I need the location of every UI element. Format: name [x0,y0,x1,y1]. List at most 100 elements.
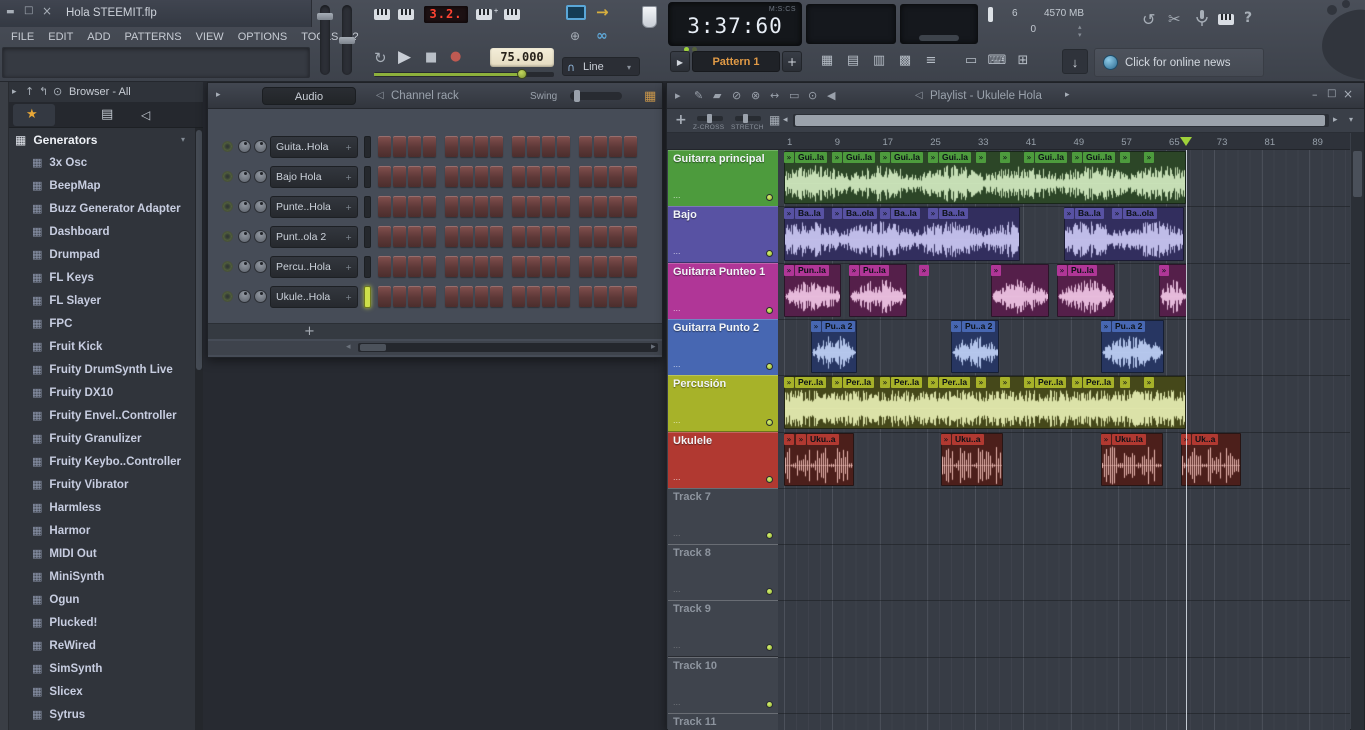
step-cell[interactable] [557,256,570,277]
step-cell[interactable] [393,226,406,247]
track-led[interactable] [766,588,773,596]
shuffle-slider[interactable] [374,69,554,79]
step-cell[interactable] [393,196,406,217]
piano-roll-button[interactable]: ▥ [868,50,890,72]
browser-item-buzz-generator-adapter[interactable]: ▦ Buzz Generator Adapter [9,197,195,220]
channel-enable-led[interactable] [222,171,233,182]
track-led[interactable] [766,531,773,539]
channel-enable-led[interactable] [222,201,233,212]
zero-cross-thumb[interactable] [707,114,712,123]
browser-tab-sounds-icon[interactable]: ◁ [141,109,150,121]
browser-tab-files-icon[interactable]: ▤ [101,108,113,121]
volume-knob[interactable] [254,260,267,273]
step-cell[interactable] [475,256,488,277]
step-cell[interactable] [609,196,622,217]
track-led[interactable] [766,700,773,708]
grid-icon[interactable]: ▦ [769,114,780,126]
playlist-hscroll-track[interactable] [793,114,1329,127]
rack-scrollbar[interactable]: ◂ ▸ [208,341,662,355]
menu-file[interactable]: FILE [4,29,41,45]
browser-item-fruity-drumsynth-live[interactable]: ▦ Fruity DrumSynth Live [9,358,195,381]
step-edit-icon[interactable] [504,9,520,20]
step-cell[interactable] [460,256,473,277]
step-cell[interactable] [527,196,540,217]
menu-add[interactable]: ADD [80,29,117,45]
playback-position-panel[interactable] [900,4,978,44]
playlist-ruler[interactable]: 1 9 17 25 33 41 49 57 65 73 81 89 [667,133,1350,150]
scroll-left-icon[interactable]: ◂ [783,116,788,125]
position-thumb[interactable] [919,35,959,41]
volume-knob[interactable] [254,170,267,183]
step-cell[interactable] [557,196,570,217]
swing-slider[interactable] [570,90,622,102]
stretch-slider[interactable] [735,114,761,123]
step-cell[interactable] [445,166,458,187]
online-news-bar[interactable]: Click for online news [1094,48,1264,77]
browser-item-fpc[interactable]: ▦ FPC [9,312,195,335]
playlist-hscroll-thumb[interactable] [795,115,1325,126]
browser-item-rewired[interactable]: ▦ ReWired [9,634,195,657]
step-cell[interactable] [393,286,406,307]
step-cell[interactable] [624,136,637,157]
step-cell[interactable] [557,286,570,307]
window-close-icon[interactable]: × [42,5,52,17]
channel-selector[interactable] [364,166,371,188]
step-cell[interactable] [423,286,436,307]
step-cell[interactable] [460,166,473,187]
track-led[interactable] [766,475,773,483]
main-pitch-slider[interactable] [339,5,355,75]
zero-cross-slider[interactable] [697,114,723,123]
oscilloscope-panel[interactable] [806,4,896,44]
step-cell[interactable] [512,226,525,247]
channel-button-percu-hola[interactable]: Percu..Hola + [270,256,358,278]
step-cell[interactable] [579,256,592,277]
track-header-ukulele[interactable]: Ukulele... [668,431,778,489]
track-led[interactable] [766,194,773,201]
step-cell[interactable] [542,196,555,217]
track-led[interactable] [766,419,773,427]
step-cell[interactable] [594,286,607,307]
volume-knob[interactable] [254,140,267,153]
rack-scroll-thumb[interactable] [360,344,386,351]
slip-tool-button[interactable]: ↔ [770,89,779,102]
step-cell[interactable] [393,256,406,277]
browser-item-beepmap[interactable]: ▦ BeepMap [9,174,195,197]
browser-item-fruity-vibrator[interactable]: ▦ Fruity Vibrator [9,473,195,496]
add-channel-button[interactable]: + [304,325,315,338]
undo-icon[interactable]: ↺ [1142,12,1155,28]
step-cell[interactable] [445,196,458,217]
step-cell[interactable] [378,286,391,307]
step-cell[interactable] [490,256,503,277]
playhead-marker[interactable] [1180,137,1192,146]
step-cell[interactable] [475,166,488,187]
loop-record-button[interactable]: ↻ [374,51,387,66]
step-cell[interactable] [445,136,458,157]
step-cell[interactable] [609,136,622,157]
pan-knob[interactable] [238,230,251,243]
step-cell[interactable] [594,226,607,247]
collapse-arrow-icon[interactable]: ▸ [675,89,681,102]
browser-item-fruity-dx10[interactable]: ▦ Fruity DX10 [9,381,195,404]
step-cell[interactable] [557,166,570,187]
step-cell[interactable] [542,136,555,157]
pattern-selector[interactable]: Pattern 1 [692,51,780,72]
pitch-thumb[interactable] [339,37,355,44]
step-cell[interactable] [423,196,436,217]
pattern-next-button[interactable]: ▶ [670,51,690,72]
spinner-down-icon[interactable]: ▾ [1078,32,1082,39]
step-cell[interactable] [527,256,540,277]
project-titlebar[interactable]: ▬ □ × Hola STEEMIT.flp [0,0,312,27]
step-cell[interactable] [579,166,592,187]
volume-knob[interactable] [254,230,267,243]
browser-item-midi-out[interactable]: ▦ MIDI Out [9,542,195,565]
channel-rack-button[interactable]: ▤ [842,50,864,72]
channel-enable-led[interactable] [222,291,233,302]
touch-keyboard-button[interactable]: ⌨ [986,50,1008,72]
window-collapse-icon[interactable]: ▬ [6,8,15,17]
step-cell[interactable] [609,166,622,187]
step-cell[interactable] [378,256,391,277]
step-cell[interactable] [445,256,458,277]
collapse-arrow-icon[interactable]: ▸ [216,91,221,100]
pattern-grid-icon[interactable]: ▦ [644,90,656,103]
step-cell[interactable] [624,286,637,307]
